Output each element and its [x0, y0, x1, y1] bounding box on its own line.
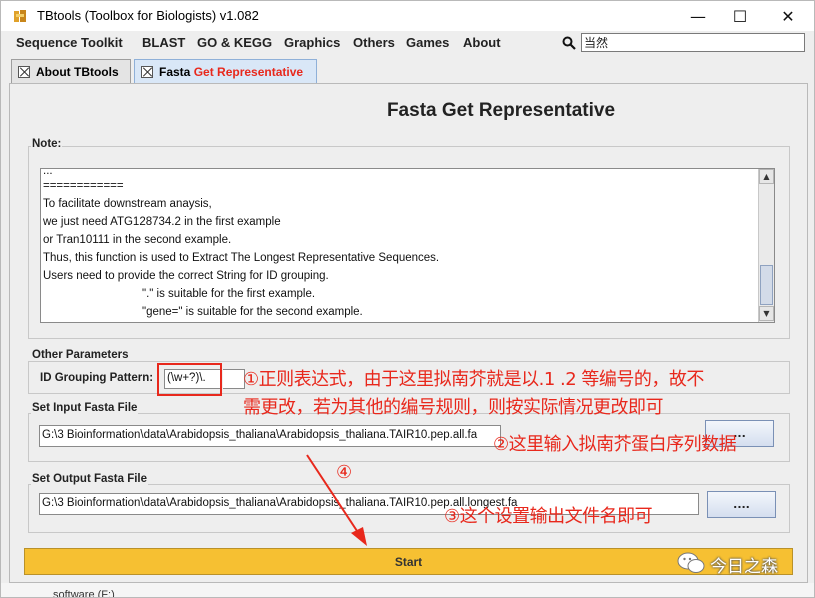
maximize-button[interactable]: ☐	[717, 1, 763, 31]
note-line: ============	[43, 180, 124, 192]
drive-label: software (F:)	[53, 589, 115, 598]
menu-blast[interactable]: BLAST	[142, 35, 185, 50]
close-button[interactable]: ✕	[765, 1, 811, 31]
other-parameters-label: Other Parameters	[31, 349, 130, 361]
app-window: TBtools (Toolbox for Biologists) v1.082 …	[0, 0, 815, 598]
scroll-up-icon[interactable]: ▲	[759, 169, 774, 184]
tab-strip: About TBtools Fasta Get Representative	[1, 55, 814, 83]
menu-others[interactable]: Others	[353, 35, 395, 50]
tab-label-prefix: Fasta	[159, 64, 194, 79]
wechat-icon	[677, 552, 705, 573]
close-tab-icon[interactable]	[141, 65, 153, 78]
scroll-down-icon[interactable]: ▼	[759, 306, 774, 321]
annotation-highlight-box	[157, 363, 222, 396]
menu-bar: Sequence Toolkit BLAST GO & KEGG Graphic…	[1, 31, 814, 55]
note-line: "." is suitable for the first example.	[142, 288, 316, 300]
annotation-2: ②这里输入拟南芥蛋白序列数据	[493, 434, 737, 455]
search-input[interactable]: 当然	[581, 33, 805, 52]
note-line: we just need ATG128734.2 in the first ex…	[43, 216, 281, 228]
minimize-button[interactable]: —	[675, 1, 721, 31]
tab-label-highlight: Get Representative	[193, 64, 304, 79]
page-title: Fasta Get Representative	[386, 100, 616, 121]
tab-about-tbtools[interactable]: About TBtools	[11, 59, 131, 83]
annotation-3: ③这个设置输出文件名即可	[444, 506, 653, 527]
note-label: Note:	[31, 138, 63, 150]
tab-label: About TBtools	[36, 64, 119, 79]
output-file-label: Set Output Fasta File	[31, 473, 149, 485]
search-icon	[562, 36, 576, 50]
note-line: Thus, this function is used to Extract T…	[43, 252, 440, 264]
tool-panel: Fasta Get Representative Note: ... =====…	[9, 83, 808, 583]
input-file-path[interactable]: G:\3 Bioinformation\data\Arabidopsis_tha…	[39, 425, 501, 447]
note-textarea[interactable]: ... ============ To facilitate downstrea…	[40, 168, 775, 323]
annotation-1-line2: 需更改，若为其他的编号规则，则按实际情况更改即可	[243, 397, 664, 418]
tab-fasta-get-representative[interactable]: Fasta Get Representative	[134, 59, 317, 83]
menu-go-kegg[interactable]: GO & KEGG	[197, 35, 272, 50]
annotation-arrow-icon	[306, 454, 367, 546]
menu-games[interactable]: Games	[406, 35, 449, 50]
scroll-thumb[interactable]	[760, 265, 773, 305]
menu-sequence-toolkit[interactable]: Sequence Toolkit	[16, 35, 123, 50]
watermark-text: 今日之森	[710, 557, 778, 577]
output-browse-button[interactable]: ....	[707, 491, 776, 518]
menu-graphics[interactable]: Graphics	[284, 35, 340, 50]
app-logo-icon	[14, 10, 26, 22]
window-title: TBtools (Toolbox for Biologists) v1.082	[37, 8, 259, 23]
title-bar: TBtools (Toolbox for Biologists) v1.082 …	[1, 1, 814, 31]
annotation-1-line1: ①正则表达式，由于这里拟南芥就是以.1 .2 等编号的，故不	[243, 369, 704, 390]
id-grouping-pattern-extension[interactable]	[223, 369, 245, 389]
input-file-label: Set Input Fasta File	[31, 402, 139, 414]
id-grouping-label: ID Grouping Pattern:	[39, 372, 155, 384]
menu-about[interactable]: About	[463, 35, 501, 50]
note-scrollbar[interactable]: ▲ ▼	[758, 169, 774, 322]
background-explorer-strip	[1, 583, 814, 597]
note-line: ...	[43, 168, 53, 177]
note-line: To facilitate downstream anaysis,	[43, 198, 212, 210]
note-line: Users need to provide the correct String…	[43, 270, 329, 282]
close-tab-icon[interactable]	[18, 65, 30, 78]
note-line: or Tran10111 in the second example.	[43, 234, 232, 246]
note-line: "gene=" is suitable for the second examp…	[142, 306, 363, 318]
